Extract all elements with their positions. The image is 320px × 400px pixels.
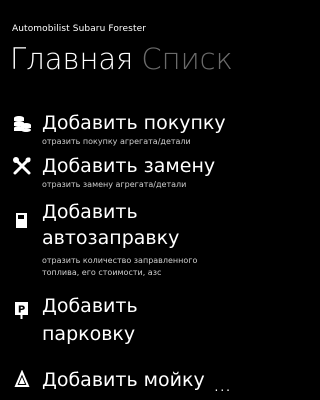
car-wash-icon: [12, 370, 32, 390]
add-purchase-title: Добавить покупку: [42, 112, 226, 134]
add-parking-title-line2: парковку: [42, 323, 136, 345]
parking-icon: P: [12, 300, 32, 320]
add-replacement-subtitle: отразить замену агрегата/детали: [42, 180, 187, 189]
add-refuel-subtitle-line1: отразить количество заправленного: [42, 256, 198, 265]
pivot-tab-lists[interactable]: Списк: [141, 42, 232, 76]
coins-icon: [12, 114, 32, 134]
add-purchase-item[interactable]: Добавить покупку отразить покупку агрега…: [0, 108, 240, 152]
add-car-wash-title: Добавить мойку: [42, 369, 205, 391]
add-replacement-item[interactable]: Добавить замену отразить замену агрегата…: [0, 152, 240, 196]
wrench-screwdriver-icon: [12, 156, 32, 176]
add-refuel-item[interactable]: Добавить автозаправку отразить количеств…: [0, 200, 240, 288]
app-title: Automobilist Subaru Forester: [12, 24, 147, 34]
add-refuel-subtitle-line2: топлива, его стоимости, азс: [42, 268, 162, 277]
svg-text:P: P: [18, 305, 25, 316]
add-refuel-title-line2: автозаправку: [42, 227, 180, 249]
add-replacement-title: Добавить замену: [42, 155, 216, 177]
add-parking-item[interactable]: P Добавить парковку: [0, 292, 240, 354]
add-parking-title-line1: Добавить: [42, 295, 138, 317]
fuel-pump-icon: [12, 210, 32, 230]
add-purchase-subtitle: отразить покупку агрегата/детали: [42, 137, 191, 146]
pivot-header: Главная Списк: [10, 42, 233, 76]
add-refuel-title-line1: Добавить: [42, 201, 138, 223]
appbar-more-button[interactable]: ...: [215, 380, 232, 394]
pivot-tab-main[interactable]: Главная: [10, 42, 133, 76]
add-car-wash-item[interactable]: Добавить мойку: [0, 366, 240, 396]
